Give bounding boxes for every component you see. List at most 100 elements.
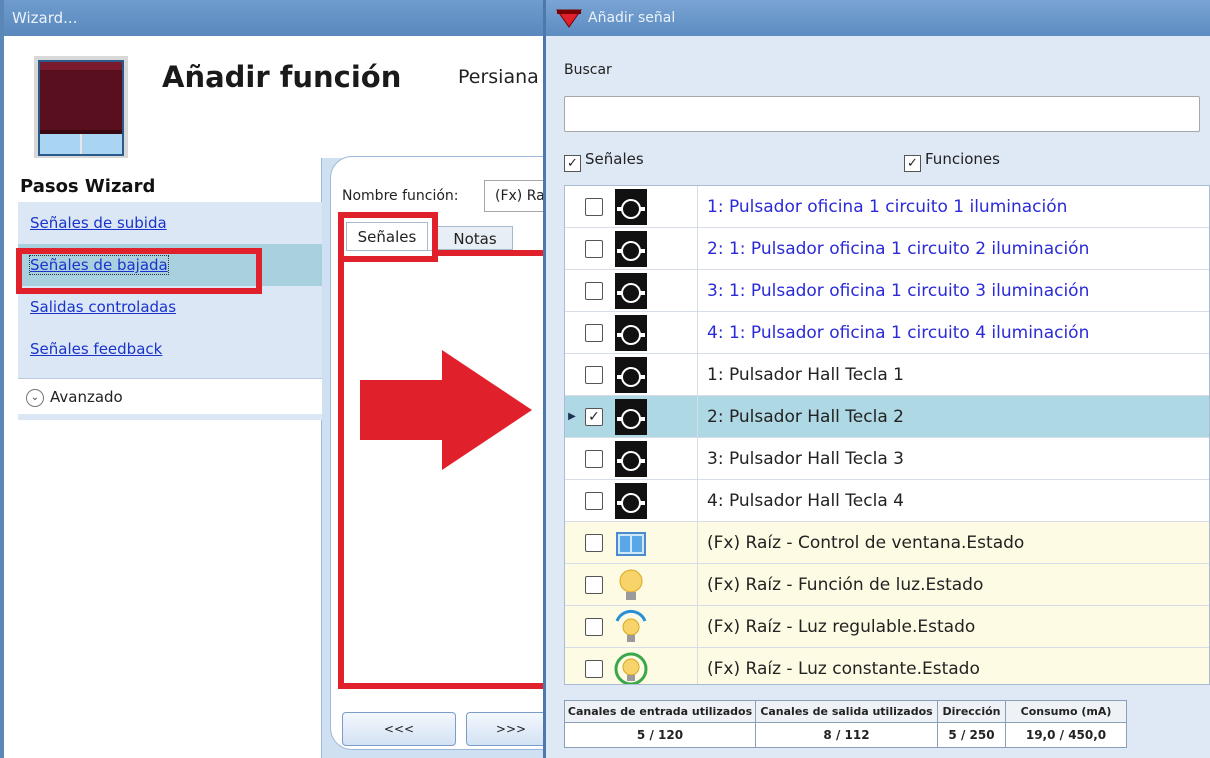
usage-stats-table: Canales de entrada utilizados 5 / 120 Cana… <box>564 700 1127 748</box>
add-signal-window: Añadir señal Buscar ✓ Señales ✓ Funciones … <box>543 0 1210 758</box>
pushbutton-icon <box>611 313 651 353</box>
advanced-label: Avanzado <box>50 388 123 406</box>
row-checkbox[interactable] <box>585 450 603 468</box>
highlight-box-step <box>16 248 262 294</box>
row-indicator <box>565 606 579 648</box>
row-indicator <box>565 186 579 228</box>
stat-column: Canales de entrada utilizados 5 / 120 <box>565 701 756 747</box>
advanced-expander[interactable]: ⌄ Avanzado <box>18 378 322 414</box>
signal-row[interactable]: 1: Pulsador Hall Tecla 1 <box>565 354 1209 396</box>
constant-light-icon <box>611 649 651 684</box>
signal-list: 1: Pulsador oficina 1 circuito 1 ilumina… <box>564 185 1210 685</box>
row-indicator <box>565 564 579 606</box>
pushbutton-icon <box>611 355 651 395</box>
step-senales-subida[interactable]: Señales de subida <box>18 202 322 244</box>
signal-name: 4: 1: Pulsador oficina 1 circuito 4 ilum… <box>707 323 1090 343</box>
filter-funciones[interactable]: ✓ Funciones <box>904 150 1000 172</box>
stat-column: Consumo (mA) 19,0 / 450,0 <box>1006 701 1126 747</box>
pushbutton-icon <box>611 397 651 437</box>
stat-value: 5 / 120 <box>636 728 684 742</box>
signal-row[interactable]: (Fx) Raíz - Luz regulable.Estado <box>565 606 1209 648</box>
column-divider <box>697 522 698 564</box>
function-type-label: Persiana <box>458 66 539 88</box>
row-checkbox[interactable] <box>585 366 603 384</box>
row-checkbox[interactable] <box>585 240 603 258</box>
signal-name: 3: 1: Pulsador oficina 1 circuito 3 ilum… <box>707 281 1090 301</box>
signal-row[interactable]: 3: Pulsador Hall Tecla 3 <box>565 438 1209 480</box>
dimmable-bulb-icon <box>611 607 651 647</box>
signal-row[interactable]: 1: Pulsador oficina 1 circuito 1 ilumina… <box>565 186 1209 228</box>
column-divider <box>697 228 698 270</box>
row-checkbox[interactable] <box>585 660 603 678</box>
row-indicator <box>565 228 579 270</box>
app-logo-icon <box>556 9 582 28</box>
row-checkbox[interactable]: ✓ <box>585 408 603 426</box>
row-indicator <box>565 438 579 480</box>
signal-row[interactable]: 3: 1: Pulsador oficina 1 circuito 3 ilum… <box>565 270 1209 312</box>
signal-row[interactable]: (Fx) Raíz - Control de ventana.Estado <box>565 522 1209 564</box>
column-divider <box>697 564 698 606</box>
stat-header: Dirección <box>938 701 1005 723</box>
signal-row[interactable]: (Fx) Raíz - Función de luz.Estado <box>565 564 1209 606</box>
signal-name: (Fx) Raíz - Función de luz.Estado <box>707 575 984 595</box>
column-divider <box>697 354 698 396</box>
row-checkbox[interactable] <box>585 282 603 300</box>
signal-name: 1: Pulsador oficina 1 circuito 1 ilumina… <box>707 197 1068 217</box>
row-checkbox[interactable] <box>585 576 603 594</box>
stat-value: 8 / 112 <box>823 728 870 742</box>
column-divider <box>697 438 698 480</box>
stat-column: Canales de salida utilizados 8 / 112 <box>756 701 938 747</box>
row-indicator <box>565 270 579 312</box>
search-input[interactable] <box>564 96 1200 132</box>
stat-value: 5 / 250 <box>948 728 995 742</box>
row-checkbox[interactable] <box>585 534 603 552</box>
row-indicator <box>565 354 579 396</box>
signal-name: 1: Pulsador Hall Tecla 1 <box>707 365 904 385</box>
column-divider <box>697 648 698 684</box>
steps-title: Pasos Wizard <box>20 176 156 197</box>
signal-row[interactable]: 4: 1: Pulsador oficina 1 circuito 4 ilum… <box>565 312 1209 354</box>
pushbutton-icon <box>611 229 651 269</box>
signal-name: 3: Pulsador Hall Tecla 3 <box>707 449 904 469</box>
filter-funciones-label: Funciones <box>925 150 1000 168</box>
highlight-frame <box>338 250 550 689</box>
signal-name: (Fx) Raíz - Control de ventana.Estado <box>707 533 1025 553</box>
row-indicator <box>565 648 579 684</box>
window-icon <box>611 523 651 563</box>
column-divider <box>697 312 698 354</box>
wizard-titlebar: Wizard... <box>4 0 548 36</box>
row-checkbox[interactable] <box>585 198 603 216</box>
filter-funciones-checkbox[interactable]: ✓ <box>904 155 921 172</box>
bulb-icon <box>611 565 651 605</box>
column-divider <box>697 606 698 648</box>
add-signal-title: Añadir señal <box>588 10 676 26</box>
search-label: Buscar <box>564 62 612 78</box>
signal-row[interactable]: (Fx) Raíz - Luz constante.Estado <box>565 648 1209 684</box>
function-name-label: Nombre función: <box>342 188 459 204</box>
stat-column: Dirección 5 / 250 <box>938 701 1006 747</box>
row-checkbox[interactable] <box>585 492 603 510</box>
column-divider <box>697 270 698 312</box>
stat-value: 19,0 / 450,0 <box>1025 728 1107 742</box>
tab-notas[interactable]: Notas <box>437 226 513 250</box>
row-indicator <box>565 480 579 522</box>
row-checkbox[interactable] <box>585 324 603 342</box>
signal-row[interactable]: 4: Pulsador Hall Tecla 4 <box>565 480 1209 522</box>
filter-senales-label: Señales <box>585 150 644 168</box>
row-indicator: ▶ <box>568 411 576 422</box>
column-divider <box>697 396 698 438</box>
row-indicator <box>565 312 579 354</box>
filter-senales-checkbox[interactable]: ✓ <box>564 155 581 172</box>
signal-row[interactable]: ▶ ✓ 2: Pulsador Hall Tecla 2 <box>565 396 1209 438</box>
row-checkbox[interactable] <box>585 618 603 636</box>
previous-button[interactable]: <<< <box>342 712 456 746</box>
step-senales-feedback[interactable]: Señales feedback <box>18 328 322 370</box>
signal-name: (Fx) Raíz - Luz regulable.Estado <box>707 617 976 637</box>
roller-blind-icon <box>34 56 128 160</box>
pushbutton-icon <box>611 271 651 311</box>
stat-header: Canales de entrada utilizados <box>565 701 755 723</box>
filter-senales[interactable]: ✓ Señales <box>564 150 644 172</box>
signal-row[interactable]: 2: 1: Pulsador oficina 1 circuito 2 ilum… <box>565 228 1209 270</box>
wizard-title: Añadir función <box>162 60 402 94</box>
chevron-down-icon[interactable]: ⌄ <box>26 389 44 407</box>
